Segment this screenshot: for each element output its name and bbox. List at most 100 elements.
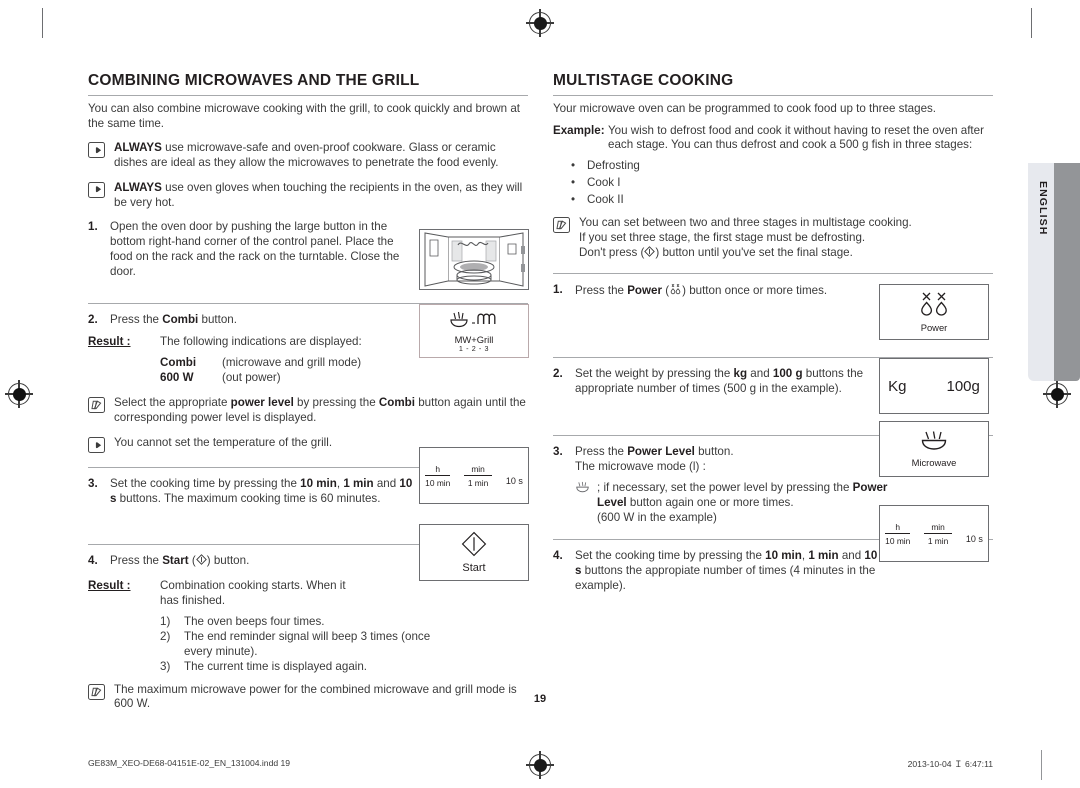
intro-text-right: Your microwave oven can be programmed to…: [553, 102, 937, 115]
t-b2: 100 g: [772, 366, 803, 380]
hand-pointer-icon: [88, 181, 105, 198]
result-substeps: 1) The oven beeps four times. 2) The end…: [88, 614, 528, 674]
keybox-caption: Start: [462, 562, 486, 574]
bullet-icon: •: [571, 159, 576, 173]
t-post: button.: [210, 554, 250, 568]
crop-mark-top-left: [42, 8, 44, 38]
result-text: Combination cooking starts. When it has …: [160, 579, 346, 607]
microwave-waves-icon: [575, 481, 597, 525]
t-b2: 1 min: [343, 477, 374, 491]
keybox-mw-plus-grill: MW+Grill 1 - 2 - 3: [419, 304, 529, 358]
left-column: COMBINING MICROWAVES AND THE GRILL You c…: [88, 72, 528, 722]
note-multistage-rules: You can set between two and three stages…: [553, 216, 993, 261]
stage-label: Cook I: [587, 176, 621, 190]
note-bold: ALWAYS: [114, 141, 162, 155]
step-number: 1.: [88, 220, 98, 234]
note-rest: use microwave-safe and oven-proof cookwa…: [114, 141, 499, 169]
note-bold-b: Combi: [378, 396, 415, 410]
stage-item: • Cook I: [553, 174, 993, 191]
language-tab-text-wrap: ENGLISH: [1028, 163, 1058, 381]
substep-marker: 1): [160, 614, 171, 628]
t-a: Set the cooking time by pressing the: [110, 477, 301, 491]
step-number: 2.: [88, 312, 98, 326]
power-droplets-icon: [669, 283, 682, 301]
crop-mark-top-right: [1031, 8, 1033, 38]
sub-line-3: (600 W in the example): [597, 511, 717, 525]
t-bold: Power Level: [627, 444, 695, 458]
footer-file-name: GE83M_XEO-DE68-04151E-02_EN_131004.indd …: [88, 758, 291, 768]
note-gutter: [88, 396, 114, 426]
time-buttons: h 10 min min 1 min 10 s: [885, 522, 983, 546]
keybox-content: Start: [461, 531, 487, 574]
example-text: You wish to defrost food and cook it wit…: [608, 123, 984, 152]
t-d: buttons the appropiate number of times (…: [575, 563, 876, 592]
crop-mark-bottom-right: [1040, 750, 1042, 780]
stage-item: • Cook II: [553, 191, 993, 208]
registration-target-icon: [5, 380, 33, 408]
t-b1: 10 min: [765, 549, 802, 563]
footer-timestamp: 2013-10-04 Ｉ 6:47:11: [907, 759, 993, 769]
time-cell-top: min: [464, 464, 492, 476]
note-line3-a: Don't press (: [579, 245, 645, 259]
time-cell-bottom: 10 min: [885, 535, 911, 546]
step-number: 4.: [553, 549, 563, 563]
t-a: Set the cooking time by pressing the: [575, 549, 766, 563]
time-cell-top: min: [924, 522, 952, 534]
note-line-1: You can set between two and three stages…: [579, 216, 912, 230]
keybox-microwave-mode: Microwave: [879, 421, 989, 477]
t-b: and: [747, 366, 773, 380]
note-bold: ALWAYS: [114, 180, 162, 194]
t-bold: Power: [627, 283, 662, 297]
t-post: button once or more times.: [685, 283, 828, 297]
note-text: ALWAYS use microwave-safe and oven-proof…: [114, 141, 528, 171]
t-bold: Start: [162, 554, 189, 568]
sub-a: ; if necessary, set the power level by p…: [597, 481, 853, 495]
note-always-cookware: ALWAYS use microwave-safe and oven-proof…: [88, 141, 528, 171]
oven-door-open-illustration: [419, 229, 529, 290]
time-buttons: h 10 min min 1 min 10 s: [425, 464, 523, 488]
start-diamond-icon: [644, 245, 656, 262]
hundred-g-button-label: 100g: [946, 377, 980, 395]
time-cell-10s: 10 s: [965, 533, 983, 544]
time-cell-bottom: 1 min: [467, 477, 489, 488]
weight-buttons: Kg 100g: [888, 378, 980, 395]
note-gutter: [553, 216, 579, 261]
t-b1: kg: [733, 366, 748, 380]
start-diamond-icon: [195, 554, 207, 570]
step-text-bold: Combi: [162, 312, 199, 326]
substep-marker: 3): [160, 659, 171, 673]
page-title-right: MULTISTAGE COOKING: [553, 72, 993, 96]
note-gutter: [88, 436, 114, 454]
t-b2: 1 min: [808, 549, 839, 563]
time-cell-10s: 10 s: [505, 475, 523, 486]
display-key: Combi: [160, 356, 197, 370]
example-block: Example: You wish to defrost food and co…: [553, 124, 993, 154]
note-text: ALWAYS use oven gloves when touching the…: [114, 181, 528, 211]
step-number: 4.: [88, 554, 98, 568]
step-text: Set the cooking time by pressing the 10 …: [575, 549, 881, 593]
display-value: (out power): [222, 371, 281, 385]
display-indications: Combi (microwave and grill mode) 600 W (…: [88, 355, 528, 385]
step-text: Open the oven door by pushing the large …: [110, 220, 400, 278]
divider: [553, 272, 993, 274]
page-title-left: COMBINING MICROWAVES AND THE GRILL: [88, 72, 528, 96]
note-bold-a: power level: [230, 396, 294, 410]
step-number: 2.: [553, 366, 563, 380]
stage-item: • Defrosting: [553, 157, 993, 174]
keybox-time-buttons-right: h 10 min min 1 min 10 s: [879, 505, 989, 562]
keybox-time-buttons-left: h 10 min min 1 min 10 s: [419, 447, 529, 504]
time-cell-10min: h 10 min: [425, 464, 451, 488]
keybox-caption: MW+Grill: [454, 333, 494, 345]
step-number: 3.: [88, 477, 98, 491]
result-block-start: Result : Combination cooking starts. Whe…: [88, 579, 528, 609]
t-c: and: [373, 477, 400, 491]
registration-target-icon: [526, 9, 554, 37]
microwave-waves-icon: [912, 430, 957, 456]
result-label: Result :: [88, 334, 131, 348]
mw-plus-grill-icon: [448, 310, 500, 333]
substep-text: The current time is displayed again.: [184, 659, 368, 673]
bullet-icon: •: [571, 193, 576, 207]
display-value: (microwave and grill mode): [222, 356, 362, 370]
t-pre: Press the: [575, 283, 628, 297]
note-gutter: [88, 141, 114, 171]
